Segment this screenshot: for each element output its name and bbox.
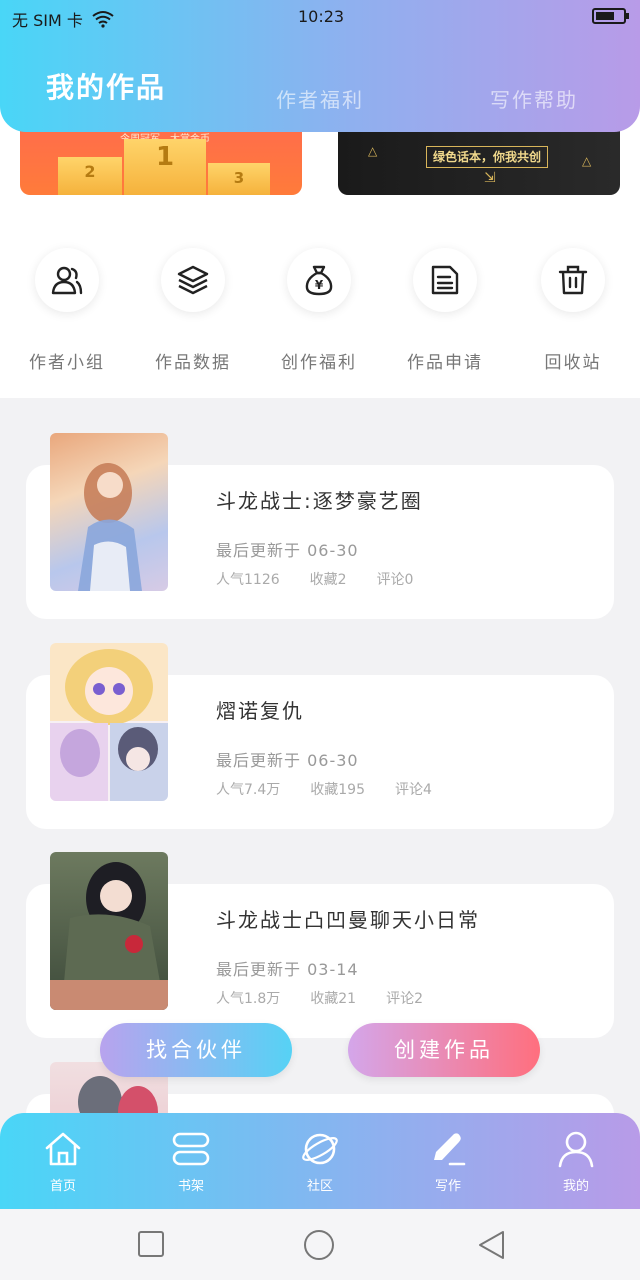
system-nav-bar — [0, 1209, 640, 1280]
feature-label: 作品数据 — [155, 353, 231, 373]
document-icon — [431, 265, 459, 295]
work-card[interactable]: 斗龙战士:逐梦豪艺圈 最后更新于 06-30 人气1126 收藏2 评论0 — [26, 433, 614, 619]
work-stats: 人气1126 收藏2 评论0 — [216, 569, 413, 589]
nav-label: 书架 — [177, 1179, 204, 1194]
favorites-stat: 收藏21 — [310, 991, 357, 1007]
nav-home[interactable]: 首页 — [18, 1129, 108, 1194]
nav-community[interactable]: 社区 — [275, 1129, 365, 1194]
work-stats: 人气1.8万 收藏21 评论2 — [216, 988, 423, 1008]
home-icon — [45, 1132, 81, 1166]
tab-author-benefits[interactable]: 作者福利 — [276, 84, 364, 113]
cover-image — [50, 643, 168, 801]
group-icon — [51, 266, 83, 295]
bookshelf-icon — [172, 1132, 210, 1166]
nav-label: 写作 — [434, 1179, 461, 1194]
ranking-banner[interactable]: 今周冠军，大赏金币 2 1 3 — [20, 130, 302, 195]
battery-icon — [592, 8, 629, 24]
nav-label: 我的 — [562, 1179, 589, 1194]
popularity-stat: 人气7.4万 — [216, 782, 281, 798]
feature-author-group[interactable]: 作者小组 — [12, 248, 122, 373]
carrier-label: 无 SIM 卡 — [12, 11, 83, 30]
work-title: 熠诺复仇 — [216, 699, 304, 723]
work-updated: 最后更新于 03-14 — [216, 960, 359, 979]
planet-icon — [302, 1133, 338, 1165]
triangle-decoration-icon: △ — [582, 154, 592, 168]
green-story-banner[interactable]: △ △ 绿色话本，你我共创 ⇲ — [338, 130, 620, 195]
layers-icon — [177, 265, 209, 295]
feature-work-application[interactable]: 作品申请 — [390, 248, 500, 373]
cursor-decoration-icon: ⇲ — [484, 170, 496, 186]
triangle-decoration-icon: △ — [368, 144, 378, 158]
popularity-stat: 人气1.8万 — [216, 991, 281, 1007]
podium-first: 1 — [124, 139, 206, 195]
feature-creation-benefits[interactable]: ¥ 创作福利 — [264, 248, 374, 373]
feature-label: 回收站 — [544, 353, 602, 373]
nav-write[interactable]: 写作 — [403, 1129, 493, 1194]
find-partner-button[interactable]: 找合伙伴 — [100, 1023, 292, 1077]
nav-label: 首页 — [49, 1179, 76, 1194]
feature-label: 作者小组 — [29, 353, 105, 373]
favorites-stat: 收藏195 — [310, 782, 365, 798]
work-updated: 最后更新于 06-30 — [216, 541, 359, 560]
money-bag-icon: ¥ — [305, 265, 333, 296]
feature-work-data[interactable]: 作品数据 — [138, 248, 248, 373]
work-card[interactable]: 斗龙战士凸凹曼聊天小日常 最后更新于 03-14 人气1.8万 收藏21 评论2 — [26, 852, 614, 1038]
trash-icon — [558, 265, 588, 295]
tab-my-works[interactable]: 我的作品 — [46, 66, 166, 106]
recent-apps-icon[interactable] — [136, 1229, 166, 1259]
work-updated: 最后更新于 06-30 — [216, 751, 359, 770]
banner-slogan: 绿色话本，你我共创 — [426, 146, 549, 168]
cover-image — [50, 433, 168, 591]
podium-second: 2 — [58, 157, 122, 195]
comments-stat: 评论2 — [386, 991, 424, 1007]
feature-recycle-bin[interactable]: 回收站 — [518, 248, 628, 373]
popularity-stat: 人气1126 — [216, 572, 280, 588]
feature-label: 作品申请 — [407, 353, 483, 373]
cover-art — [78, 463, 142, 591]
cover-art — [50, 862, 168, 1010]
user-icon — [558, 1131, 594, 1168]
header: 无 SIM 卡 10:23 我的作品 作者福利 写作帮助 — [0, 0, 640, 132]
status-bar: 无 SIM 卡 10:23 — [0, 0, 640, 34]
clock: 10:23 — [298, 7, 345, 26]
svg-text:¥: ¥ — [315, 278, 324, 292]
work-stats: 人气7.4万 收藏195 评论4 — [216, 779, 432, 799]
comments-stat: 评论4 — [395, 782, 432, 798]
pen-icon — [434, 1133, 466, 1166]
work-title: 斗龙战士凸凹曼聊天小日常 — [216, 908, 480, 932]
bottom-nav: 首页 书架 社区 写作 我的 — [0, 1113, 640, 1209]
nav-bookshelf[interactable]: 书架 — [146, 1129, 236, 1194]
nav-label: 社区 — [306, 1179, 333, 1194]
create-work-button[interactable]: 创建作品 — [348, 1023, 540, 1077]
home-circle-icon[interactable] — [302, 1229, 336, 1263]
nav-me[interactable]: 我的 — [531, 1129, 621, 1194]
back-triangle-icon[interactable] — [476, 1229, 508, 1261]
top-panel: 今周冠军，大赏金币 2 1 3 △ △ 绿色话本，你我共创 ⇲ 作者小组 — [0, 100, 640, 398]
favorites-stat: 收藏2 — [309, 572, 347, 588]
feature-label: 创作福利 — [281, 353, 357, 373]
tab-bar: 我的作品 作者福利 写作帮助 — [0, 70, 640, 114]
feature-grid: 作者小组 作品数据 ¥ 创作福利 作品申请 回收站 — [0, 248, 640, 378]
cover-art — [50, 643, 168, 801]
work-card[interactable]: 熠诺复仇 最后更新于 06-30 人气7.4万 收藏195 评论4 — [26, 643, 614, 829]
cover-image — [50, 852, 168, 1010]
podium-third: 3 — [208, 163, 270, 195]
tab-writing-help[interactable]: 写作帮助 — [490, 84, 578, 113]
work-title: 斗龙战士:逐梦豪艺圈 — [216, 489, 423, 513]
comments-stat: 评论0 — [376, 572, 414, 588]
wifi-icon — [92, 11, 114, 28]
